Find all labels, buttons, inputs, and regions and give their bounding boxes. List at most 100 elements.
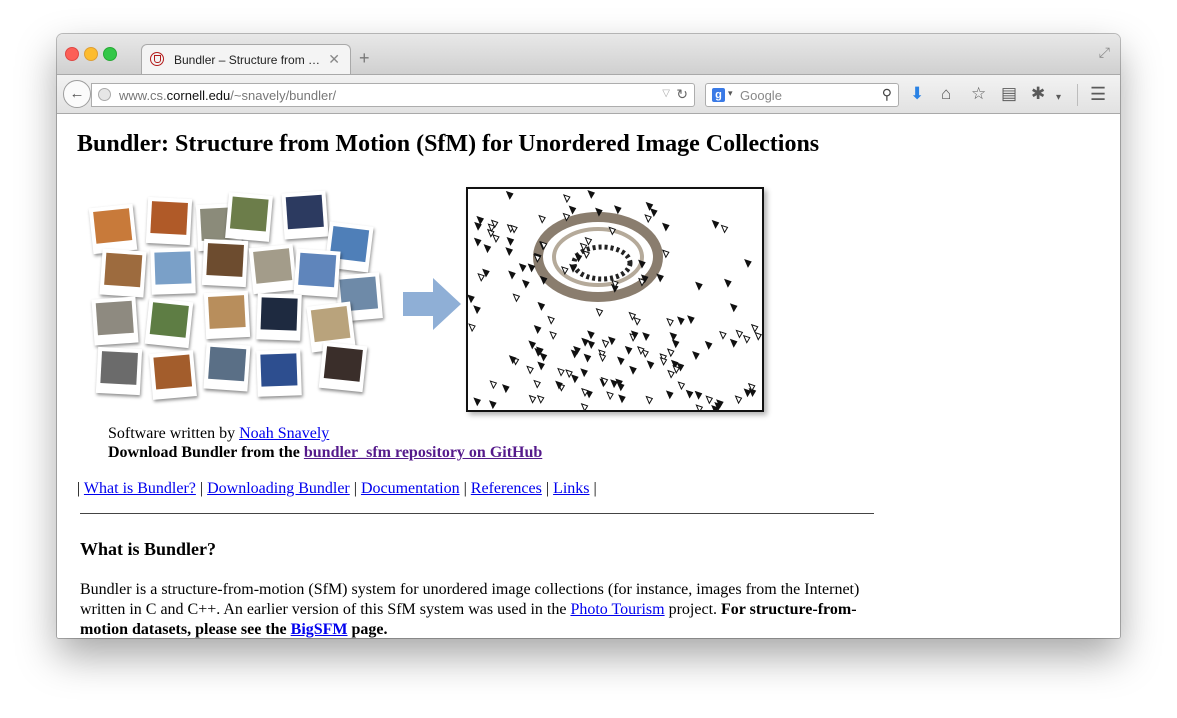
search-bar[interactable]: g ▾ Google ⚲ [705, 83, 899, 107]
camera-frustum-mark [583, 353, 592, 363]
tab-close-icon[interactable]: ✕ [328, 51, 340, 68]
right-arrow-icon [403, 278, 461, 330]
camera-frustum-mark [528, 394, 537, 404]
camera-frustum-mark [537, 301, 546, 311]
nav-link-references[interactable]: References [471, 480, 542, 497]
history-dropdown-icon[interactable]: ▽ [662, 88, 670, 99]
zoom-window-button[interactable] [103, 47, 117, 61]
camera-frustum-mark [526, 365, 534, 375]
camera-frustum-mark [505, 190, 514, 200]
reload-icon[interactable]: ↻ [676, 86, 688, 103]
camera-frustum-mark [473, 397, 482, 407]
camera-frustum-mark [754, 331, 762, 341]
search-input[interactable]: Google [740, 88, 782, 103]
engine-caret-icon[interactable]: ▾ [728, 88, 733, 99]
author-line: Software written by Noah Snavely [108, 424, 542, 443]
tab-bundler[interactable]: Bundler – Structure from … ✕ [141, 44, 351, 75]
download-icon[interactable]: ⬇ [910, 84, 924, 104]
camera-frustum-mark [489, 380, 498, 390]
camera-frustum-mark [672, 365, 680, 374]
fullscreen-icon[interactable]: ⤢ [1099, 44, 1110, 61]
camera-frustum-mark [533, 325, 542, 334]
camera-frustum-mark [666, 348, 675, 358]
new-tab-button[interactable]: + [359, 48, 370, 69]
reading-list-icon[interactable]: ▤ [1001, 84, 1017, 104]
camera-frustum-mark [533, 379, 541, 389]
download-prefix: Download Bundler from the [108, 444, 304, 461]
camera-frustum-mark [506, 236, 515, 246]
camera-frustum-mark [616, 382, 625, 392]
url-bar[interactable]: www.cs.cornell.edu/~snavely/bundler/ ▽ ↻ [91, 83, 695, 107]
extension-caret-icon[interactable]: ▾ [1056, 88, 1061, 108]
camera-frustum-mark [659, 356, 668, 366]
url-text[interactable]: www.cs.cornell.edu/~snavely/bundler/ [119, 88, 336, 103]
camera-frustum-mark [595, 307, 604, 317]
section-heading: What is Bundler? [80, 539, 217, 559]
camera-frustum-mark [606, 391, 614, 401]
nav-link-what-is[interactable]: What is Bundler? [84, 480, 196, 497]
camera-frustum-mark [613, 205, 622, 215]
camera-frustum-mark [729, 338, 738, 348]
back-button[interactable]: ← [63, 80, 91, 108]
section-nav: | What is Bundler? | Downloading Bundler… [77, 480, 597, 497]
camera-frustum-mark [521, 279, 530, 289]
camera-frustum-mark [587, 330, 595, 340]
camera-frustum-mark [468, 323, 476, 333]
credit-prefix: Software written by [108, 425, 240, 442]
camera-frustum-mark [661, 249, 670, 259]
camera-frustum-mark [528, 340, 537, 350]
search-icon[interactable]: ⚲ [882, 86, 892, 103]
camera-frustum-mark [492, 234, 500, 243]
camera-frustum-mark [565, 369, 573, 379]
navigation-toolbar: ← www.cs.cornell.edu/~snavely/bundler/ ▽… [57, 74, 1120, 114]
camera-frustum-mark [610, 379, 618, 389]
camera-frustum-mark [692, 351, 700, 361]
camera-frustum-mark [646, 360, 655, 370]
camera-frustum-mark [581, 337, 589, 347]
camera-frustum-mark [518, 263, 527, 273]
camera-frustum-mark [488, 400, 497, 410]
home-icon[interactable]: ⌂ [941, 84, 951, 104]
camera-frustum-mark [649, 208, 658, 218]
download-line: Download Bundler from the bundler_sfm re… [108, 443, 542, 462]
camera-frustum-mark [642, 332, 650, 342]
minimize-window-button[interactable] [84, 47, 98, 61]
bookmark-star-icon[interactable]: ☆ [971, 84, 986, 104]
nav-link-links[interactable]: Links [553, 480, 589, 497]
camera-frustum-mark [645, 395, 654, 405]
camera-frustum-mark [624, 345, 633, 355]
photo-tourism-link[interactable]: Photo Tourism [570, 601, 664, 618]
camera-frustum-mark [677, 381, 686, 391]
bigsfm-link[interactable]: BigSFM [291, 621, 348, 638]
camera-frustum-mark [473, 305, 481, 315]
google-engine-icon[interactable]: g [712, 88, 725, 102]
extension-icon[interactable]: ✱ [1031, 84, 1045, 104]
camera-frustum-mark [580, 403, 589, 410]
camera-frustum-mark [720, 224, 729, 234]
para-part2: project. [664, 601, 722, 618]
github-repo-link[interactable]: bundler_sfm repository on GitHub [304, 444, 542, 461]
camera-frustum-mark [580, 368, 588, 378]
camera-frustum-mark [512, 293, 521, 303]
camera-frustum-mark [618, 394, 626, 404]
camera-frustum-mark [633, 316, 641, 326]
camera-frustum-mark [607, 336, 616, 346]
nav-link-documentation[interactable]: Documentation [361, 480, 460, 497]
camera-frustum-mark [629, 365, 637, 375]
camera-frustum-mark [734, 395, 743, 405]
camera-frustum-mark [549, 330, 557, 340]
close-window-button[interactable] [65, 47, 79, 61]
title-bar: Bundler – Structure from … ✕ + ⤢ [57, 34, 1120, 75]
nav-link-downloading[interactable]: Downloading Bundler [207, 480, 350, 497]
author-link[interactable]: Noah Snavely [239, 425, 329, 442]
camera-frustum-mark [719, 330, 727, 340]
camera-frustum-mark [694, 390, 703, 400]
sfm-reconstruction-image [466, 187, 764, 412]
toolbar-separator [1077, 84, 1078, 106]
camera-frustum-mark [537, 361, 545, 371]
menu-icon[interactable]: ☰ [1090, 84, 1106, 104]
back-arrow-icon: ← [69, 85, 85, 102]
camera-frustum-mark [568, 205, 577, 215]
camera-frustum-mark [601, 339, 610, 349]
url-path: /~snavely/bundler/ [230, 88, 337, 103]
